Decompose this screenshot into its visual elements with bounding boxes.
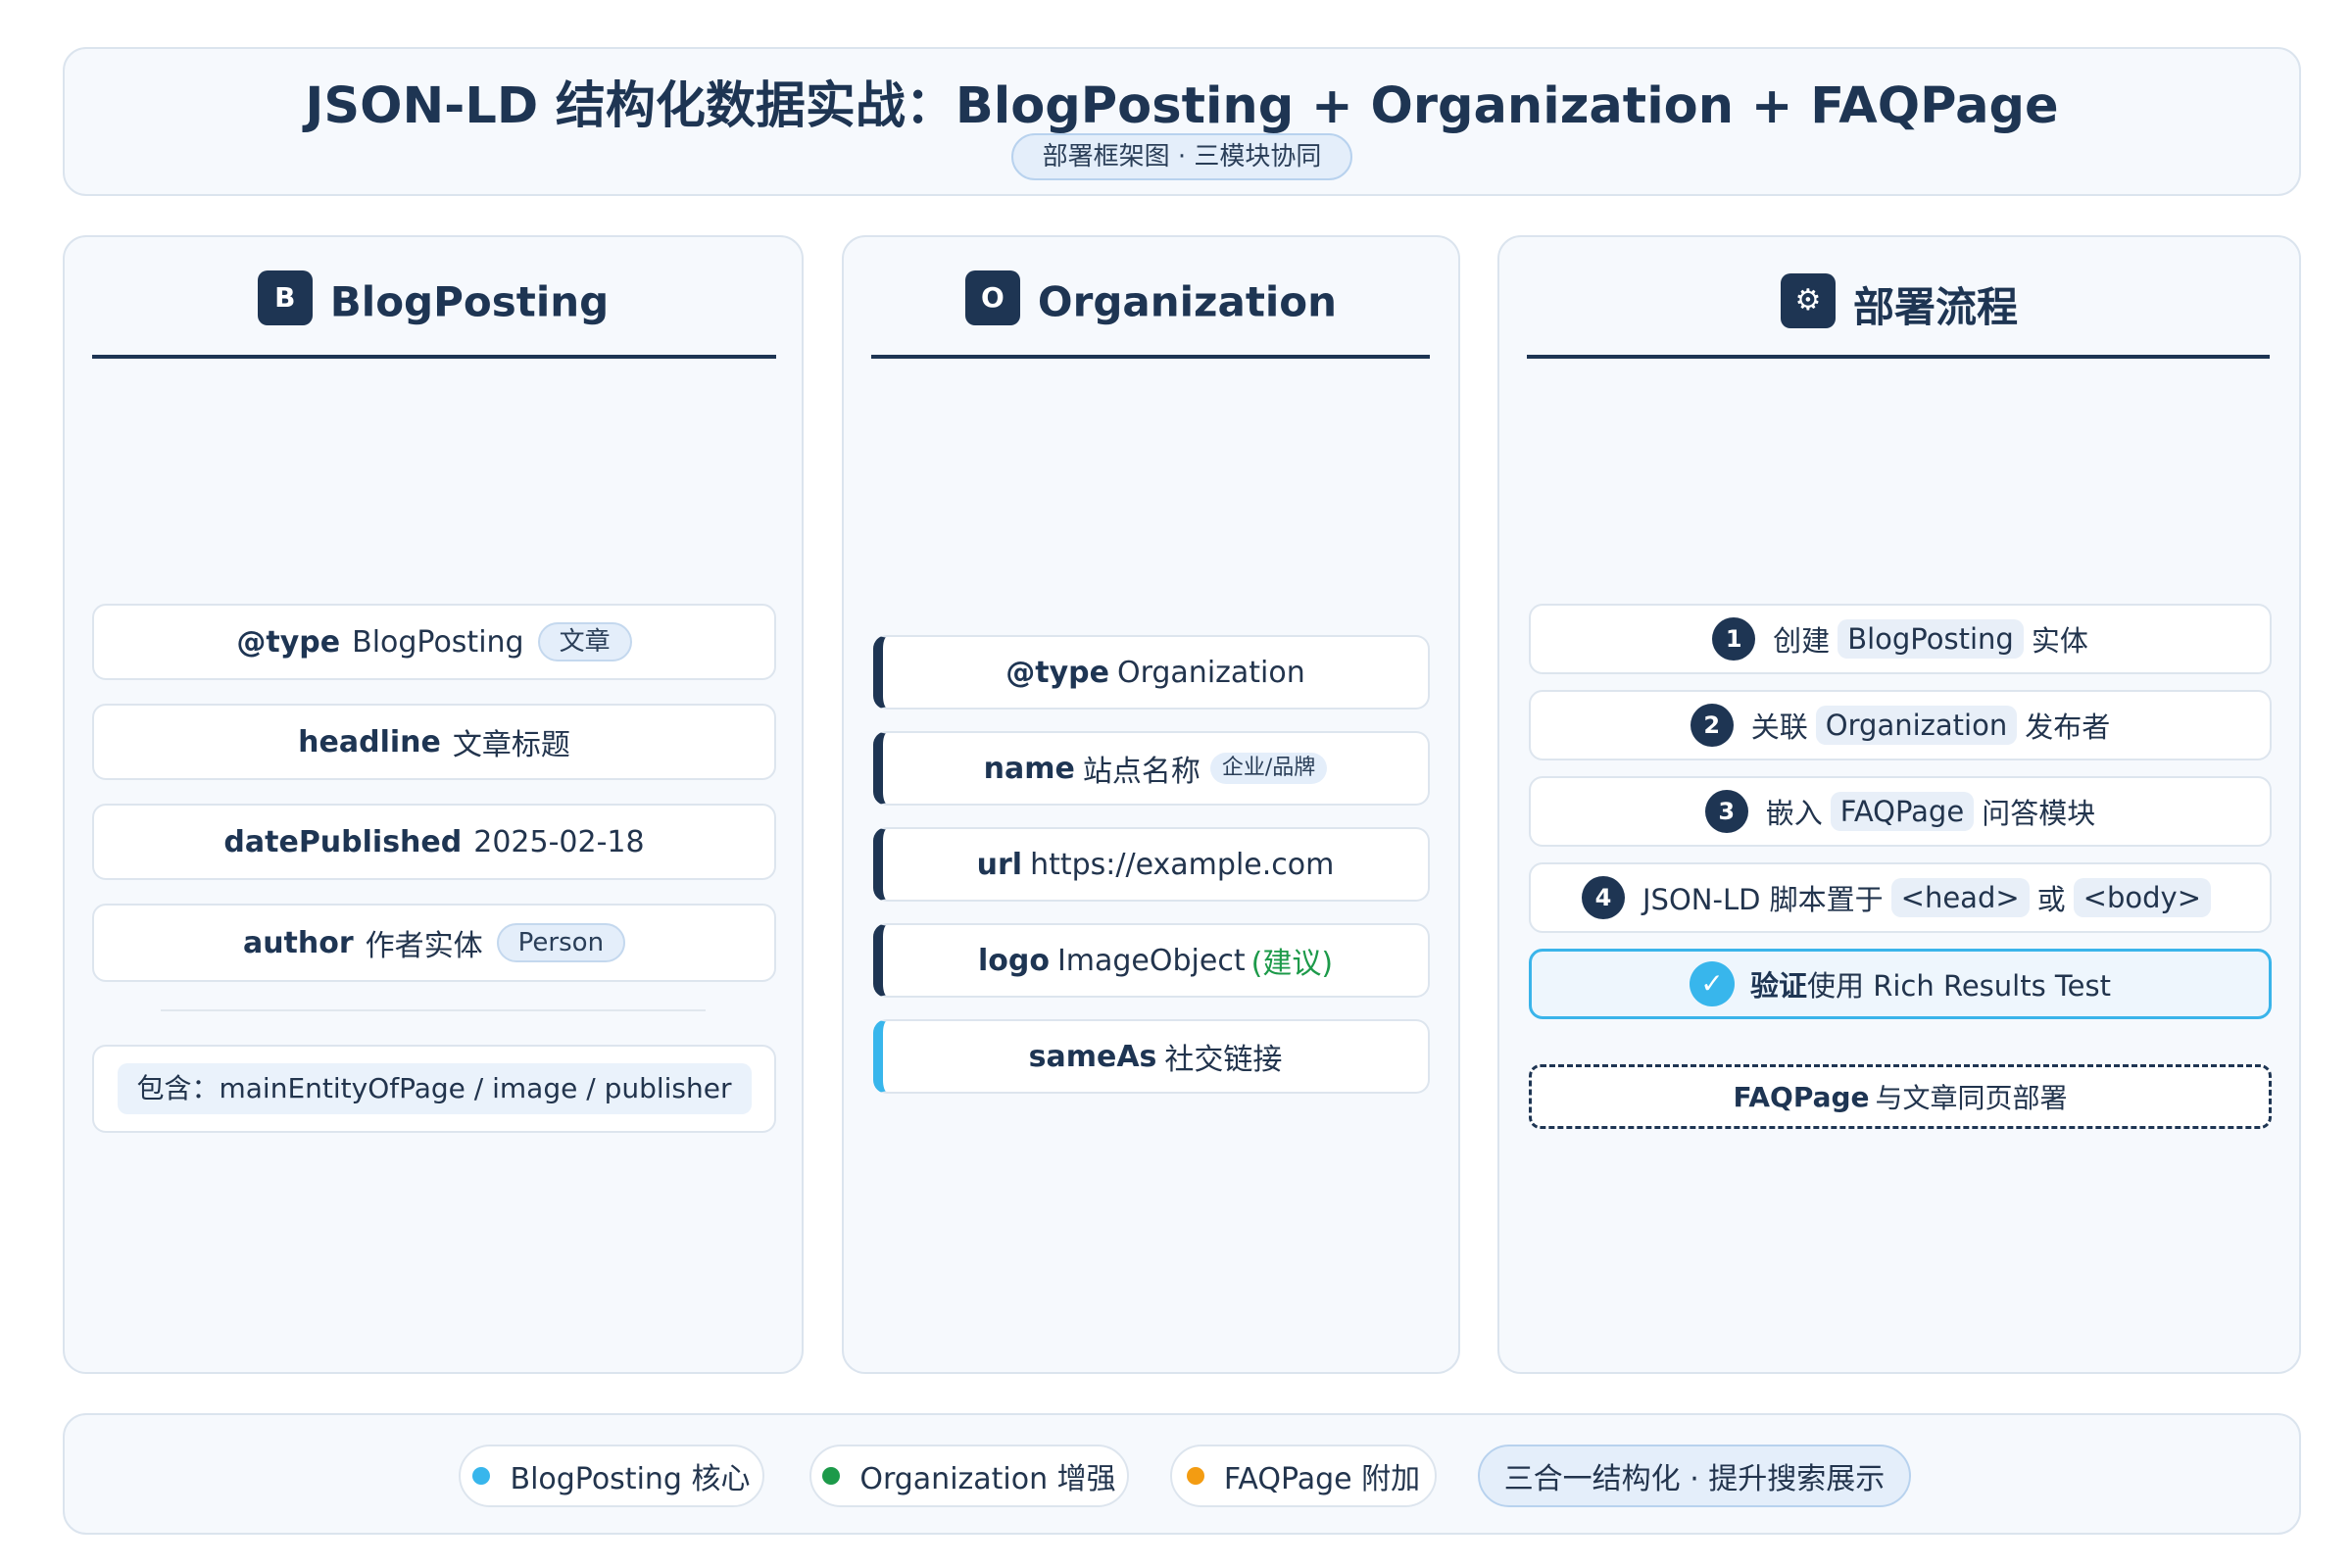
field-value: 2025-02-18 — [473, 824, 645, 859]
divider — [161, 1009, 706, 1011]
step-number: 2 — [1690, 704, 1734, 747]
legend-dot — [472, 1467, 491, 1485]
deploy-title: 部署流程 — [1852, 283, 2018, 331]
step-4: 4 JSON-LD 脚本置于 <head> 或 <body> — [1529, 862, 2272, 933]
field-value: 社交链接 — [1164, 1043, 1283, 1077]
step-text: 实体 — [2031, 624, 2088, 658]
field-tag: 文章 — [537, 622, 632, 662]
org-field-sameas: sameAs 社交链接 — [873, 1019, 1430, 1094]
verify-text: 使用 Rich Results Test — [1807, 969, 2112, 1003]
verify-step: ✓ 验证 使用 Rich Results Test — [1529, 949, 2272, 1019]
field-key: name — [983, 751, 1075, 786]
field-value: 站点名称 — [1082, 755, 1200, 789]
blogposting-title: BlogPosting — [329, 277, 610, 326]
field-value: 作者实体 — [365, 929, 483, 963]
blogposting-panel: B BlogPosting @type BlogPosting 文章 headli… — [63, 235, 804, 1374]
step-number: 1 — [1712, 617, 1756, 661]
faq-note-text: 与文章同页部署 — [1875, 1082, 2068, 1114]
field-card-headline: headline 文章标题 — [92, 704, 776, 780]
field-note: (建议) — [1250, 947, 1334, 981]
field-value: 文章标题 — [452, 728, 570, 762]
org-field-url: url https://example.com — [873, 827, 1430, 902]
organization-rule — [871, 355, 1430, 359]
step-code: Organization — [1815, 706, 2018, 745]
org-field-type: @type Organization — [873, 635, 1430, 710]
footer-panel: BlogPosting 核心 Organization 增强 FAQPage 附… — [63, 1413, 2301, 1535]
field-card-datepublished: datePublished 2025-02-18 — [92, 804, 776, 880]
faq-note: FAQPage 与文章同页部署 — [1529, 1064, 2272, 1129]
summary-pill: 三合一结构化 · 提升搜索展示 — [1478, 1445, 1911, 1507]
legend-dot — [822, 1467, 841, 1485]
step-2: 2 关联 Organization 发布者 — [1529, 690, 2272, 760]
blogposting-badge: B — [257, 270, 313, 325]
page-title: JSON-LD 结构化数据实战：BlogPosting + Organizati… — [305, 77, 2059, 135]
step-code: BlogPosting — [1838, 619, 2024, 659]
summary-text: 三合一结构化 · 提升搜索展示 — [1503, 1462, 1886, 1496]
legend-label: Organization 增强 — [859, 1462, 1116, 1496]
organization-heading: O Organization — [844, 270, 1458, 329]
gear-icon: ⚙ — [1780, 272, 1836, 328]
deploy-rule — [1527, 355, 2270, 359]
organization-panel: O Organization @type Organization name 站点… — [842, 235, 1460, 1374]
field-card-author: author 作者实体 Person — [92, 904, 776, 982]
step-3: 3 嵌入 FAQPage 问答模块 — [1529, 776, 2272, 847]
step-text: 发布者 — [2025, 710, 2111, 744]
field-key: @type — [1005, 655, 1109, 690]
field-card-type: @type BlogPosting 文章 — [92, 604, 776, 680]
verify-bold: 验证 — [1749, 969, 1807, 1003]
blogposting-heading: B BlogPosting — [65, 270, 802, 329]
legend-label: FAQPage 附加 — [1223, 1462, 1421, 1496]
field-value: https://example.com — [1030, 847, 1335, 882]
step-code: <head> — [1890, 878, 2030, 917]
field-key: @type — [236, 624, 341, 660]
includes-card: 包含：mainEntityOfPage / image / publisher — [92, 1045, 776, 1133]
field-value: Organization — [1116, 655, 1305, 690]
field-key: url — [976, 847, 1023, 882]
step-text: 关联 — [1750, 710, 1808, 744]
step-text: JSON-LD 脚本置于 — [1642, 883, 1884, 916]
field-key: author — [242, 925, 354, 960]
legend-dot — [1186, 1467, 1204, 1485]
organization-badge: O — [964, 270, 1020, 325]
step-text: 创建 — [1773, 624, 1831, 658]
deploy-panel: ⚙ 部署流程 1 创建 BlogPosting 实体 2 关联 Organizat… — [1497, 235, 2301, 1374]
field-key: headline — [298, 724, 441, 760]
deploy-heading: ⚙ 部署流程 — [1499, 272, 2299, 334]
legend-blogposting: BlogPosting 核心 — [459, 1445, 764, 1507]
step-code: <body> — [2073, 878, 2211, 917]
faq-note-bold: FAQPage — [1733, 1080, 1870, 1113]
field-tag: 企业/品牌 — [1209, 753, 1328, 784]
step-number: 3 — [1704, 790, 1748, 833]
header-panel: JSON-LD 结构化数据实战：BlogPosting + Organizati… — [63, 47, 2301, 196]
step-text: 问答模块 — [1982, 797, 2096, 830]
legend-organization: Organization 增强 — [809, 1445, 1129, 1507]
check-icon: ✓ — [1689, 961, 1735, 1006]
step-text: 或 — [2036, 883, 2066, 916]
legend-label: BlogPosting 核心 — [510, 1462, 751, 1496]
field-key: logo — [977, 943, 1050, 978]
field-value: BlogPosting — [352, 624, 524, 660]
org-field-name: name 站点名称 企业/品牌 — [873, 731, 1430, 806]
step-code: FAQPage — [1830, 792, 1975, 831]
organization-title: Organization — [1037, 277, 1338, 326]
legend-faqpage: FAQPage 附加 — [1170, 1445, 1437, 1507]
field-key: sameAs — [1028, 1039, 1157, 1074]
step-1: 1 创建 BlogPosting 实体 — [1529, 604, 2272, 674]
field-key: datePublished — [223, 824, 463, 859]
includes-chip: 包含：mainEntityOfPage / image / publisher — [117, 1063, 752, 1114]
step-number: 4 — [1582, 876, 1625, 919]
field-tag: Person — [496, 923, 626, 962]
field-value: ImageObject — [1056, 943, 1246, 978]
org-field-logo: logo ImageObject (建议) — [873, 923, 1430, 998]
step-text: 嵌入 — [1765, 797, 1823, 830]
subtitle-pill: 部署框架图 · 三模块协同 — [1010, 133, 1353, 180]
blogposting-rule — [92, 355, 776, 359]
